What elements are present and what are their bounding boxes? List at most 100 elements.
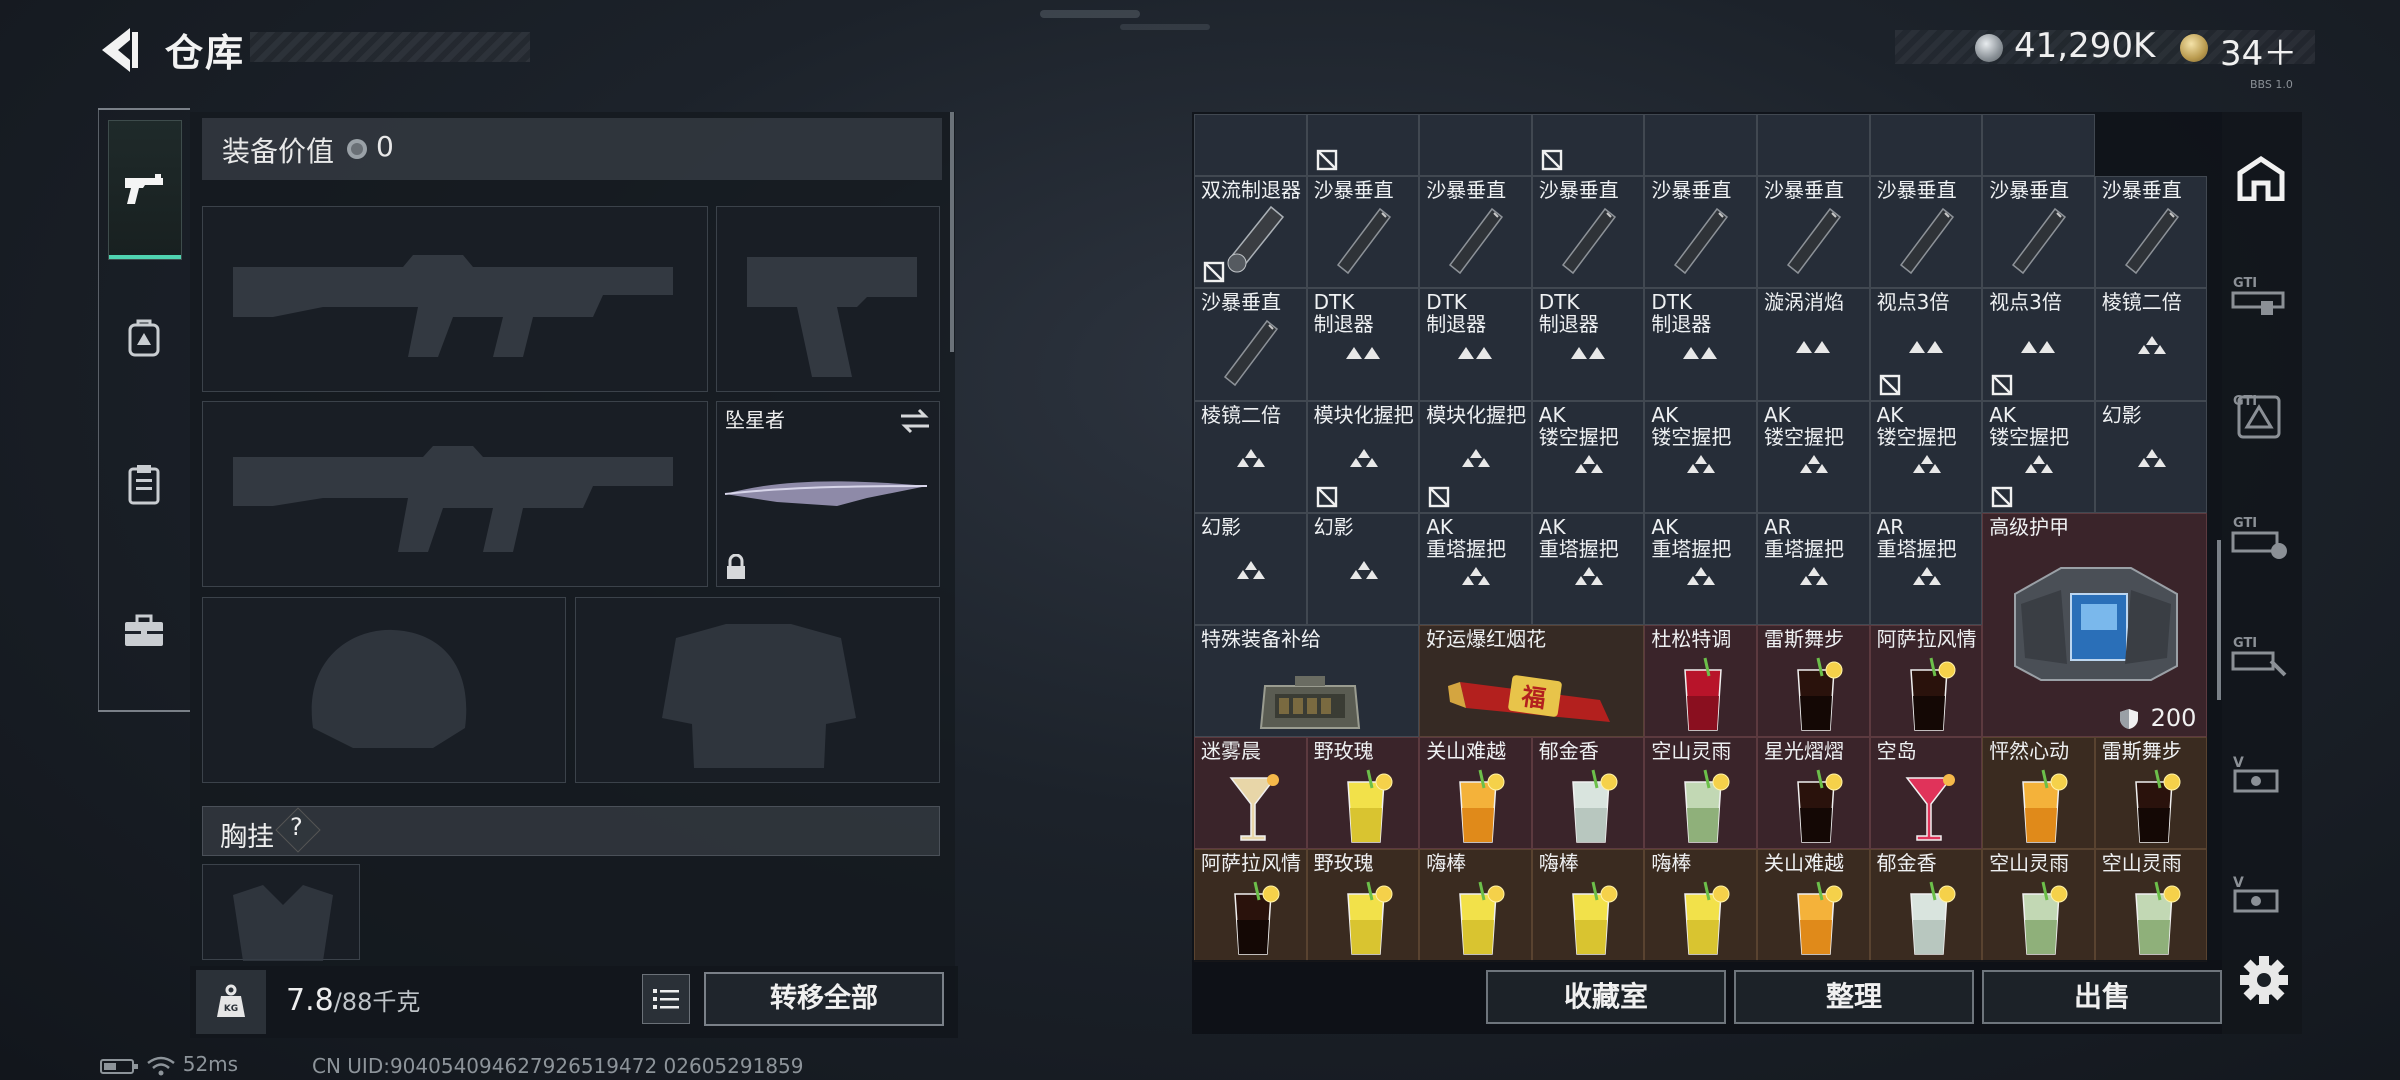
inventory-item[interactable]: AK 重塔握把 <box>1644 512 1757 625</box>
tab-toolbox[interactable] <box>108 562 180 700</box>
tab-v-1[interactable]: V <box>2228 736 2294 816</box>
inventory-item[interactable]: AK 镂空握把 <box>1531 400 1645 513</box>
inventory-item[interactable] <box>1757 114 1870 177</box>
swap-icon[interactable] <box>899 408 931 434</box>
inventory-item[interactable]: DTK 制退器 <box>1419 288 1532 401</box>
inventory-item[interactable]: AR 重塔握把 <box>1757 512 1870 625</box>
inventory-item[interactable]: 空山灵雨 <box>1982 849 2095 962</box>
armor-item[interactable]: 高级护甲 200 <box>1982 512 2208 738</box>
melee-slot[interactable]: 坠星者 <box>716 401 940 587</box>
inventory-item[interactable]: 星光熠熠 <box>1757 737 1870 850</box>
inventory-item[interactable]: 沙暴垂直 <box>1982 176 2095 289</box>
inventory-item[interactable]: 关山难越 <box>1419 737 1532 850</box>
inventory-item[interactable]: 迷雾晨 <box>1194 737 1307 850</box>
inventory-item[interactable]: AK 镂空握把 <box>1982 400 2095 513</box>
helmet-slot[interactable] <box>202 597 566 783</box>
inventory-item[interactable] <box>1194 114 1307 177</box>
inventory-item[interactable]: 模块化握把 <box>1419 400 1532 513</box>
inventory-item[interactable]: 双流制退器 <box>1194 176 1307 289</box>
tab-v-2[interactable]: V <box>2228 856 2294 936</box>
inventory-item[interactable]: 雷斯舞步 <box>1757 625 1870 738</box>
inventory-item[interactable]: 空山灵雨 <box>2094 849 2208 962</box>
inventory-item[interactable]: 郁金香 <box>1869 849 1983 962</box>
inventory-item[interactable]: 嗨棒 <box>1531 849 1645 962</box>
tab-gti-1[interactable]: GTI <box>2228 256 2294 336</box>
inventory-item[interactable]: 空山灵雨 <box>1644 737 1757 850</box>
tab-gti-2[interactable]: GTI <box>2228 376 2294 456</box>
tab-backpack[interactable] <box>108 268 180 406</box>
inventory-item[interactable]: 空岛 <box>1869 737 1983 850</box>
tab-gti-4[interactable]: GTI <box>2228 616 2294 696</box>
armor-slot[interactable] <box>575 597 940 783</box>
item-name: 沙暴垂直 <box>1313 178 1394 203</box>
inventory-scrollbar[interactable] <box>2217 540 2221 700</box>
inventory-item[interactable]: 沙暴垂直 <box>2094 176 2208 289</box>
inventory-item[interactable]: DTK 制退器 <box>1644 288 1757 401</box>
sell-button[interactable]: 出售 <box>1982 970 2222 1024</box>
transfer-all-button[interactable]: 转移全部 <box>704 972 944 1026</box>
inventory-item[interactable]: 野玫瑰 <box>1306 849 1420 962</box>
inventory-item[interactable] <box>1982 114 2095 177</box>
loadout-scrollbar[interactable] <box>950 112 954 352</box>
inventory-item[interactable]: 漩涡消焰 <box>1757 288 1870 401</box>
inventory-item[interactable] <box>1306 114 1420 177</box>
inventory-item[interactable]: AK 镂空握把 <box>1644 400 1757 513</box>
tab-weapons[interactable] <box>108 120 182 260</box>
drink-icon <box>1797 657 1843 731</box>
tab-home-vault[interactable] <box>2228 138 2294 218</box>
inventory-item[interactable]: 沙暴垂直 <box>1757 176 1870 289</box>
inventory-item[interactable] <box>1644 114 1757 177</box>
inventory-item[interactable]: 怦然心动 <box>1982 737 2095 850</box>
inventory-item[interactable]: 沙暴垂直 <box>1869 176 1983 289</box>
settings-button[interactable] <box>2236 952 2292 1008</box>
back-button[interactable] <box>96 22 144 78</box>
inventory-item[interactable]: AK 重塔握把 <box>1419 512 1532 625</box>
inventory-item[interactable]: 沙暴垂直 <box>1531 176 1645 289</box>
inventory-item[interactable]: 沙暴垂直 <box>1194 288 1307 401</box>
drink-icon <box>2134 882 2181 956</box>
sort-button[interactable]: 整理 <box>1734 970 1974 1024</box>
inventory-item[interactable]: 幻影 <box>2094 400 2208 513</box>
tab-clipboard[interactable] <box>108 415 180 553</box>
inventory-item[interactable]: AK 镂空握把 <box>1757 400 1870 513</box>
inventory-item[interactable]: 特殊装备补给 <box>1194 625 1420 738</box>
inventory-item[interactable]: 阿萨拉风情 <box>1869 625 1983 738</box>
inventory-item[interactable] <box>1869 114 1983 177</box>
inventory-item[interactable]: 沙暴垂直 <box>1306 176 1420 289</box>
inventory-item[interactable]: 阿萨拉风情 <box>1194 849 1307 962</box>
drink-icon <box>2134 769 2181 843</box>
inventory-item[interactable]: 沙暴垂直 <box>1644 176 1757 289</box>
inventory-item[interactable]: 雷斯舞步 <box>2094 737 2208 850</box>
inventory-item[interactable]: 嗨棒 <box>1644 849 1757 962</box>
inventory-item[interactable]: 幻影 <box>1306 512 1420 625</box>
inventory-item[interactable]: DTK 制退器 <box>1531 288 1645 401</box>
inventory-item[interactable]: DTK 制退器 <box>1306 288 1420 401</box>
chest-rig-slot[interactable] <box>202 864 360 961</box>
inventory-item[interactable]: AR 重塔握把 <box>1869 512 1983 625</box>
vertical-grip-icon <box>1561 208 1616 275</box>
inventory-item[interactable] <box>1531 114 1645 177</box>
inventory-item[interactable]: 幻影 <box>1194 512 1307 625</box>
inventory-item[interactable]: 视点3倍 <box>1982 288 2095 401</box>
inventory-item[interactable]: 关山难越 <box>1757 849 1870 962</box>
inventory-item[interactable]: 棱镜二倍 <box>2094 288 2208 401</box>
inventory-item[interactable] <box>1419 114 1532 177</box>
primary-weapon-slot[interactable] <box>202 206 708 392</box>
inventory-item[interactable]: 野玫瑰 <box>1306 737 1420 850</box>
inventory-item[interactable]: 沙暴垂直 <box>1419 176 1532 289</box>
inventory-item[interactable]: AK 镂空握把 <box>1869 400 1983 513</box>
list-view-button[interactable] <box>642 974 690 1024</box>
inventory-item[interactable]: 郁金香 <box>1531 737 1645 850</box>
tab-gti-3[interactable]: GTI <box>2228 496 2294 576</box>
secondary-weapon-slot[interactable] <box>202 401 708 587</box>
inventory-item[interactable]: 模块化握把 <box>1306 400 1420 513</box>
inventory-item[interactable]: 嗨棒 <box>1419 849 1532 962</box>
inventory-item[interactable]: 视点3倍 <box>1869 288 1983 401</box>
inventory-item[interactable]: 好运爆红烟花福 <box>1419 625 1645 738</box>
inventory-item[interactable]: AK 重塔握把 <box>1531 512 1645 625</box>
inventory-item[interactable]: 杜松特调 <box>1644 625 1757 738</box>
sidearm-slot[interactable] <box>716 206 940 392</box>
inventory-item[interactable]: 棱镜二倍 <box>1194 400 1307 513</box>
collection-room-button[interactable]: 收藏室 <box>1486 970 1726 1024</box>
gold-balance[interactable]: 34＋ <box>2220 26 2297 75</box>
